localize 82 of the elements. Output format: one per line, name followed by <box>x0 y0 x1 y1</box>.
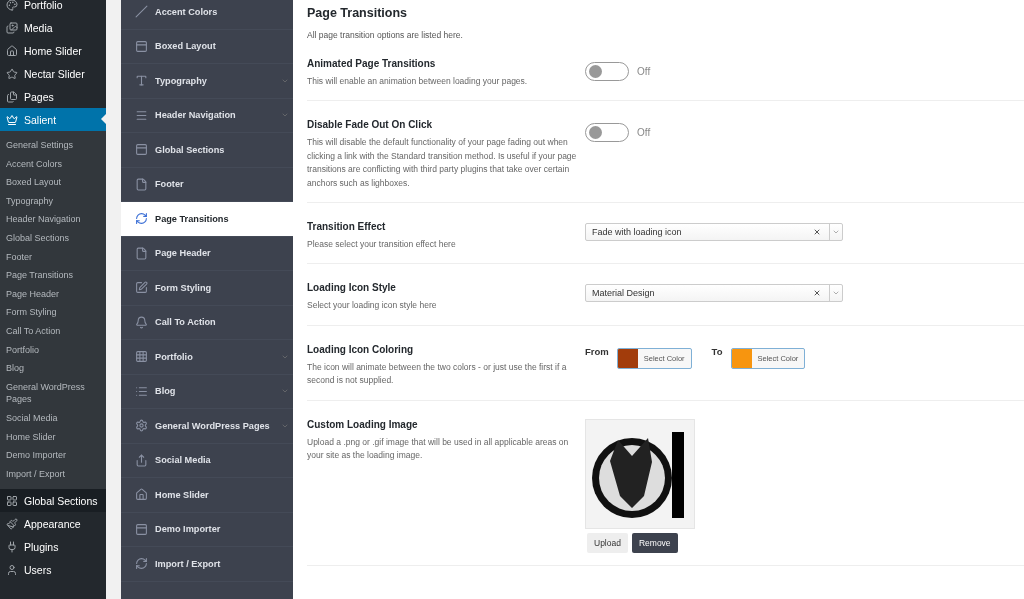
admin-menu-item[interactable]: Global Sections <box>0 489 106 513</box>
nav-icon <box>135 143 148 157</box>
nav-icon <box>135 557 148 571</box>
select-dropdown[interactable]: Fade with loading icon <box>585 223 843 242</box>
menu-icon <box>6 90 18 103</box>
submenu-item[interactable]: Typography <box>0 191 106 211</box>
submenu-item[interactable]: Portfolio <box>0 340 106 360</box>
submenu-item[interactable]: Accent Colors <box>0 154 106 174</box>
setting-title: Loading Icon Style <box>307 282 397 294</box>
toggle-switch[interactable] <box>585 123 629 143</box>
submenu-item[interactable]: General Settings <box>0 136 106 155</box>
nav-icon <box>135 39 148 53</box>
nav-icon <box>135 488 148 502</box>
menu-icon <box>6 44 18 57</box>
color-label: From <box>585 345 609 357</box>
submenu-item[interactable]: Blog <box>0 359 106 378</box>
nav-icon <box>135 281 148 295</box>
submenu-item[interactable]: Page Transitions <box>0 266 106 285</box>
toggle-state-label: Off <box>637 66 651 77</box>
menu-icon <box>6 517 18 530</box>
setting-title: Loading Icon Coloring <box>307 343 415 355</box>
setting-description: Select your loading icon style here <box>307 299 438 313</box>
nav-icon <box>135 74 148 88</box>
menu-icon <box>6 494 18 507</box>
nav-icon <box>135 177 148 191</box>
submenu-item[interactable]: Page Header <box>0 284 106 304</box>
submenu-item[interactable]: Home Slider <box>0 427 106 447</box>
menu-icon <box>6 21 18 34</box>
remove-button[interactable]: Remove <box>631 532 678 553</box>
toggle-state-label: Off <box>637 127 651 139</box>
admin-menu-item[interactable]: Pages <box>0 85 106 108</box>
toggle-switch[interactable] <box>585 62 629 81</box>
submenu-item[interactable]: Social Media <box>0 408 106 428</box>
admin-menu-item[interactable]: Appearance <box>0 512 106 536</box>
submenu-item[interactable]: General WordPress Pages <box>0 377 106 409</box>
admin-menu-item[interactable]: Plugins <box>0 535 106 559</box>
select-dropdown[interactable]: Material Design <box>585 284 843 303</box>
nav-icon <box>135 419 148 433</box>
submenu-item[interactable]: Demo Importer <box>0 446 106 465</box>
nav-icon <box>135 522 148 536</box>
admin-menu-item[interactable]: Media <box>0 16 106 39</box>
setting-title: Disable Fade Out On Click <box>307 119 434 131</box>
menu-icon <box>6 113 18 126</box>
nav-icon <box>135 212 148 226</box>
menu-icon <box>6 540 18 553</box>
submenu-item[interactable]: Import / Export <box>0 464 106 484</box>
admin-menu-item[interactable]: Nectar Slider <box>0 62 106 85</box>
setting-title: Animated Page Transitions <box>307 58 437 69</box>
upload-button[interactable]: Upload <box>587 532 628 553</box>
submenu-item[interactable]: Form Styling <box>0 303 106 322</box>
clear-icon[interactable] <box>813 228 821 237</box>
setting-title: Custom Loading Image <box>307 418 419 430</box>
nav-icon <box>135 453 148 467</box>
nav-icon <box>135 315 148 329</box>
admin-menu-item[interactable]: Salient <box>0 108 106 131</box>
submenu-item[interactable]: Boxed Layout <box>0 173 106 192</box>
setting-title: Transition Effect <box>307 221 387 233</box>
setting-description: Please select your transition effect here <box>307 238 457 252</box>
setting-description: Upload a .png or .gif image that will be used in all applicable areas on your site as the loading image. <box>307 435 570 463</box>
submenu-item[interactable]: Footer <box>0 247 106 267</box>
submenu-item[interactable]: Global Sections <box>0 228 106 248</box>
admin-menu-item[interactable]: Portfolio <box>0 0 106 16</box>
submenu-item[interactable]: Header Navigation <box>0 210 106 229</box>
menu-icon <box>6 67 18 80</box>
admin-menu-item[interactable]: Users <box>0 558 106 582</box>
menu-icon <box>6 563 18 576</box>
setting-description: The icon will animate between the two colors - or just use the first if a second is not supplied. <box>307 360 568 388</box>
nav-icon <box>135 5 148 19</box>
setting-description: This will enable an animation between loading your pages. <box>307 75 529 88</box>
submenu-item[interactable]: Call To Action <box>0 321 106 341</box>
section-title: Page Transitions <box>307 6 409 20</box>
color-label: To <box>711 345 723 357</box>
menu-icon <box>6 0 18 11</box>
setting-description: This will disable the default functionality of your page fading out when clicking a link with the Standard transition method. Is useful if your page transitions are conflicting with third party plugins that take over certain anchors such as lighboxes. <box>307 136 578 190</box>
clear-icon[interactable] <box>813 289 821 298</box>
nav-icon <box>135 384 148 398</box>
admin-menu-item[interactable]: Home Slider <box>0 39 106 62</box>
nav-icon <box>135 108 148 122</box>
section-description: All page transition options are listed here. <box>307 30 464 40</box>
nav-icon <box>135 350 148 364</box>
nav-icon <box>135 246 148 260</box>
options-nav-item[interactable]: Page Transitions <box>121 202 293 237</box>
